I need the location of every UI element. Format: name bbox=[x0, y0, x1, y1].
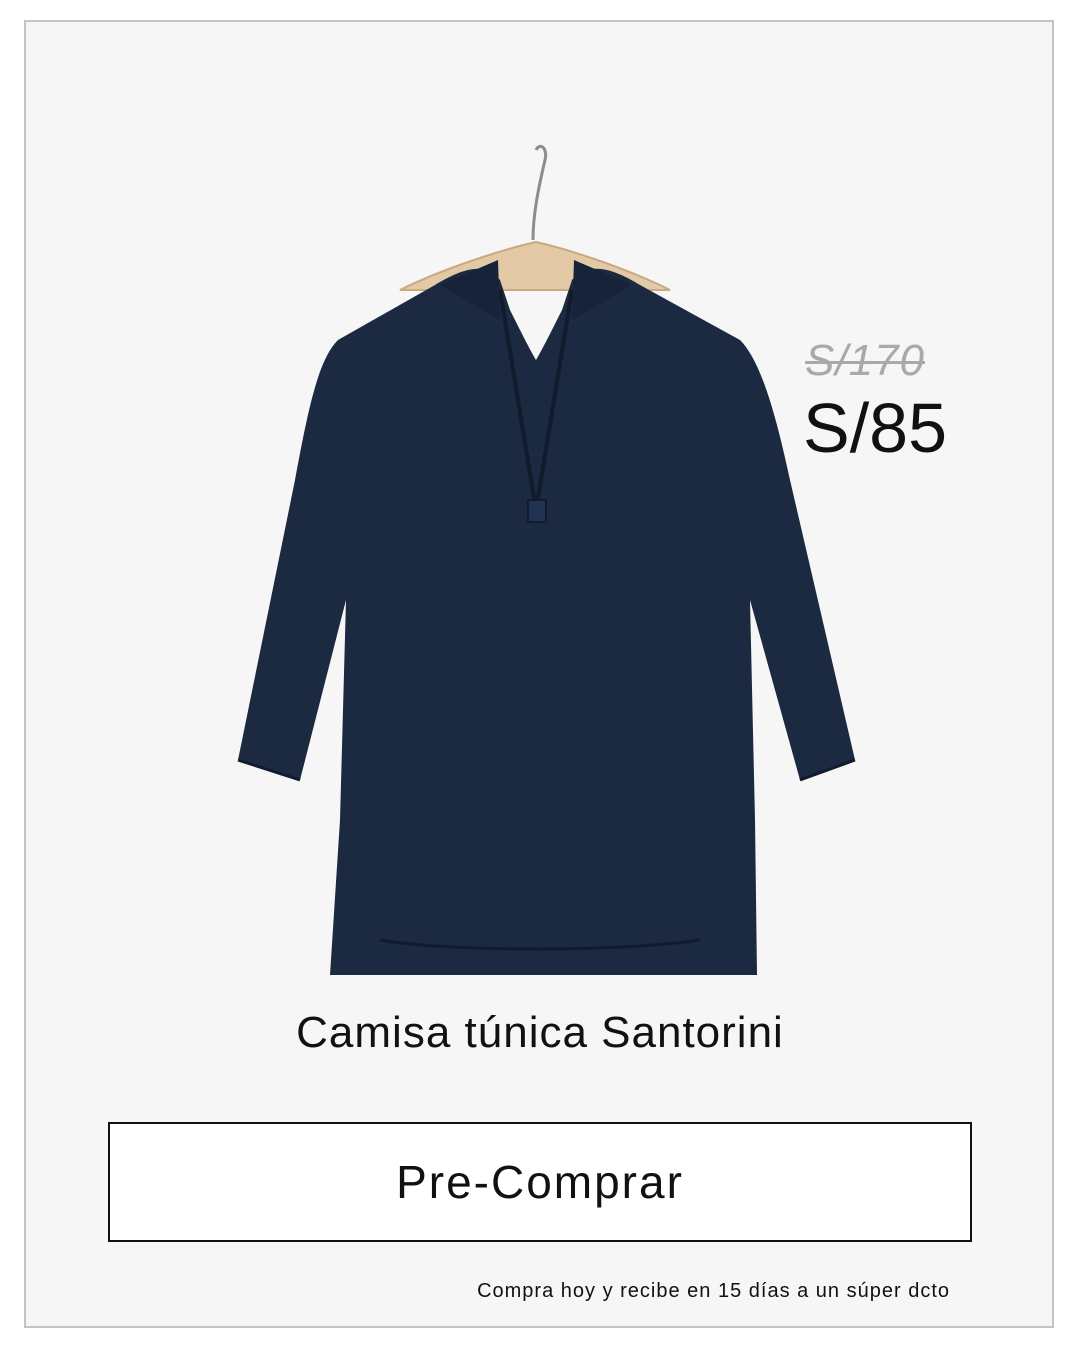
product-title: Camisa túnica Santorini bbox=[296, 1008, 784, 1057]
sale-price: S/85 bbox=[803, 389, 947, 467]
promo-note: Compra hoy y recibe en 15 días a un súpe… bbox=[477, 1280, 950, 1302]
hanger-hook-icon bbox=[531, 144, 548, 241]
pre-buy-button[interactable]: Pre-Comprar bbox=[108, 1122, 972, 1242]
shirt-icon bbox=[238, 268, 855, 975]
product-image[interactable] bbox=[200, 120, 880, 1000]
original-price: S/170 bbox=[805, 336, 925, 385]
